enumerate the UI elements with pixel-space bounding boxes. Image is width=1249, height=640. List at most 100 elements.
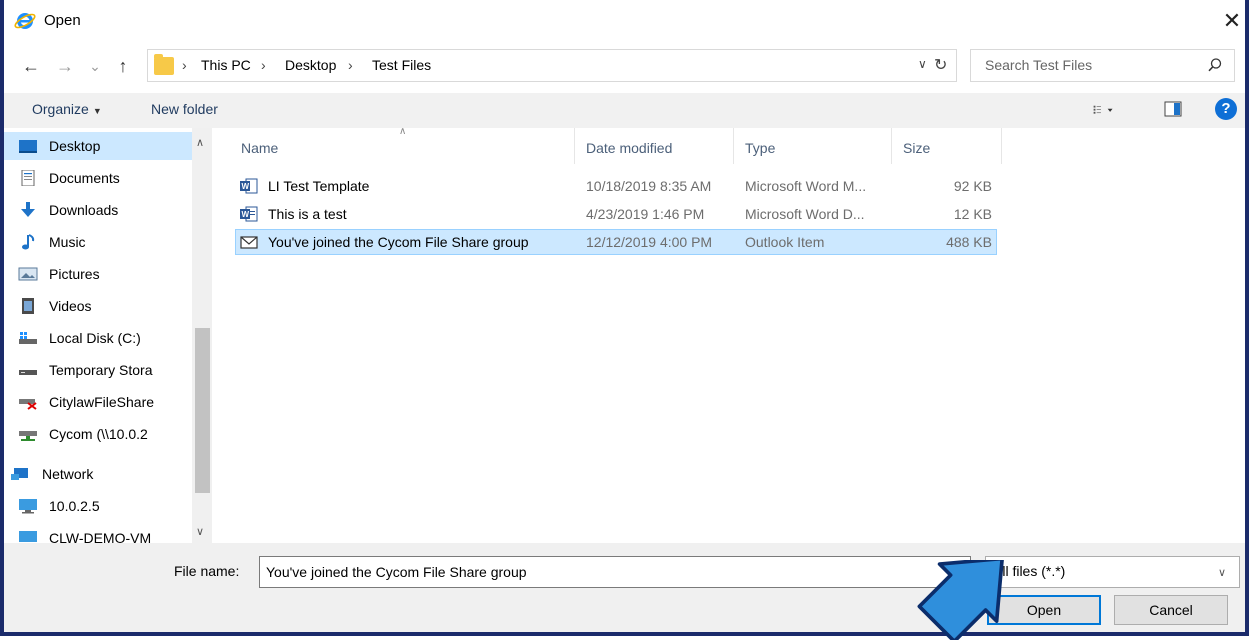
scrollbar-thumb[interactable] [195, 328, 210, 493]
word-document-icon: W [240, 206, 258, 222]
title-bar: Open ✕ [4, 0, 1245, 44]
file-name-value: You've joined the Cycom File Share group [266, 564, 527, 580]
search-box[interactable]: Search Test Files [970, 49, 1235, 82]
sidebar-item-citylawfileshare[interactable]: CitylawFileShare [4, 388, 194, 416]
file-name: You've joined the Cycom File Share group [268, 234, 529, 250]
sidebar-item-cycom[interactable]: Cycom (\\10.0.2 [4, 420, 194, 448]
file-date: 10/18/2019 8:35 AM [586, 178, 712, 194]
recent-locations-button[interactable]: ⌄ [84, 54, 106, 78]
breadcrumb-desktop[interactable]: Desktop [285, 57, 336, 73]
column-header-date[interactable]: Date modified [586, 140, 672, 156]
annotation-arrow-icon [917, 560, 1004, 640]
drive-icon [19, 370, 37, 375]
file-type-filter[interactable]: All files (*.*) ∨ [985, 556, 1240, 588]
file-date: 4/23/2019 1:46 PM [586, 206, 705, 222]
new-folder-button[interactable]: New folder [151, 101, 218, 117]
organize-button[interactable]: Organize ▼ [32, 101, 102, 117]
cancel-button[interactable]: Cancel [1114, 595, 1228, 625]
file-row-selected[interactable]: You've joined the Cycom File Share group… [235, 229, 997, 255]
sidebar-item-temporary-storage[interactable]: Temporary Stora [4, 356, 194, 384]
address-bar[interactable]: › This PC › Desktop › Test Files ∨ ↻ [147, 49, 957, 82]
sidebar-item-label: Pictures [49, 266, 100, 282]
svg-text:W: W [242, 182, 250, 191]
file-date: 12/12/2019 4:00 PM [586, 234, 713, 250]
sidebar-item-videos[interactable]: Videos [4, 292, 194, 320]
back-button[interactable]: ← [20, 54, 42, 78]
address-dropdown-icon[interactable]: ∨ [918, 57, 927, 71]
sidebar-item-label: Network [42, 466, 94, 482]
file-size: 92 KB [953, 178, 992, 194]
computer-icon [19, 531, 37, 542]
help-icon[interactable]: ? [1215, 98, 1237, 120]
column-divider[interactable] [1001, 128, 1002, 164]
change-view-icon[interactable] [1093, 101, 1115, 119]
window-title: Open [44, 12, 81, 29]
sidebar-item-label: Desktop [49, 138, 101, 154]
network-drive-disconnected-icon [19, 399, 37, 410]
sidebar-item-downloads[interactable]: Downloads [4, 196, 194, 224]
svg-text:W: W [242, 210, 250, 219]
dialog-footer: File name: You've joined the Cycom File … [4, 543, 1245, 632]
breadcrumb-separator[interactable]: › [182, 57, 187, 73]
file-name-field[interactable]: You've joined the Cycom File Share group… [259, 556, 971, 588]
breadcrumb-test-files[interactable]: Test Files [372, 57, 431, 73]
network-icon [11, 468, 28, 480]
sidebar-item-label: 10.0.2.5 [49, 498, 100, 514]
scroll-up-icon[interactable]: ∧ [196, 136, 204, 149]
up-button[interactable]: ↑ [112, 54, 134, 78]
sidebar-item-label: Local Disk (C:) [49, 330, 141, 346]
column-header-name[interactable]: Name [241, 140, 278, 156]
file-list: ∧ Name Date modified Type Size W LI Test… [216, 126, 1245, 543]
sidebar-item-label: CLW-DEMO-VM [49, 530, 152, 543]
file-name: This is a test [268, 206, 347, 222]
sidebar-item-label: Cycom (\\10.0.2 [49, 426, 148, 442]
column-divider[interactable] [574, 128, 575, 164]
sidebar-item-label: Temporary Stora [49, 362, 153, 378]
breadcrumb-separator[interactable]: › [261, 57, 266, 73]
file-size: 12 KB [953, 206, 992, 222]
sidebar-item-label: Documents [49, 170, 120, 186]
music-icon [22, 234, 35, 250]
breadcrumb-this-pc[interactable]: This PC [201, 57, 251, 73]
file-name-label: File name: [174, 563, 240, 579]
breadcrumb-separator[interactable]: › [348, 57, 353, 73]
column-header-size[interactable]: Size [903, 140, 930, 156]
internet-explorer-icon [14, 13, 36, 29]
column-divider[interactable] [733, 128, 734, 164]
command-toolbar: Organize ▼ New folder ? [4, 93, 1245, 128]
navigation-pane: Desktop Documents Downloads Music Pictur… [4, 128, 214, 543]
sidebar-item-local-disk[interactable]: Local Disk (C:) [4, 324, 194, 352]
column-divider[interactable] [891, 128, 892, 164]
file-row[interactable]: W LI Test Template 10/18/2019 8:35 AM Mi… [236, 174, 996, 198]
network-drive-icon [19, 431, 37, 441]
sidebar-item-network[interactable]: Network [4, 460, 194, 488]
search-input[interactable]: Search Test Files [985, 57, 1092, 73]
scroll-down-icon[interactable]: ∨ [196, 525, 204, 538]
forward-button[interactable]: → [54, 54, 76, 78]
sidebar-item-pictures[interactable]: Pictures [4, 260, 194, 288]
refresh-icon[interactable]: ↻ [934, 55, 947, 75]
column-header-row: ∧ Name Date modified Type Size [216, 126, 1006, 164]
documents-icon [21, 170, 35, 186]
chevron-down-icon[interactable]: ∨ [1218, 566, 1226, 579]
preview-pane-icon[interactable] [1164, 101, 1182, 117]
sidebar-item-music[interactable]: Music [4, 228, 194, 256]
file-type: Microsoft Word D... [745, 206, 865, 222]
sidebar-item-10-0-2-5[interactable]: 10.0.2.5 [4, 492, 194, 520]
sidebar-item-clw-demo-vm[interactable]: CLW-DEMO-VM [4, 524, 194, 543]
sidebar-item-desktop[interactable]: Desktop [4, 132, 194, 160]
file-size: 488 KB [946, 234, 992, 250]
close-button[interactable]: ✕ [1218, 6, 1246, 36]
sidebar-item-documents[interactable]: Documents [4, 164, 194, 192]
navigation-scrollbar[interactable]: ∧ ∨ [192, 128, 212, 543]
sort-ascending-icon: ∧ [399, 126, 407, 137]
column-header-type[interactable]: Type [745, 140, 775, 156]
mail-icon [240, 236, 258, 249]
organize-label: Organize [32, 101, 89, 117]
chevron-down-icon: ▼ [92, 106, 102, 116]
file-name: LI Test Template [268, 178, 370, 194]
videos-icon [22, 298, 34, 314]
file-row[interactable]: W This is a test 4/23/2019 1:46 PM Micro… [236, 202, 996, 226]
sidebar-item-label: Videos [49, 298, 92, 314]
search-icon[interactable] [1207, 57, 1223, 73]
